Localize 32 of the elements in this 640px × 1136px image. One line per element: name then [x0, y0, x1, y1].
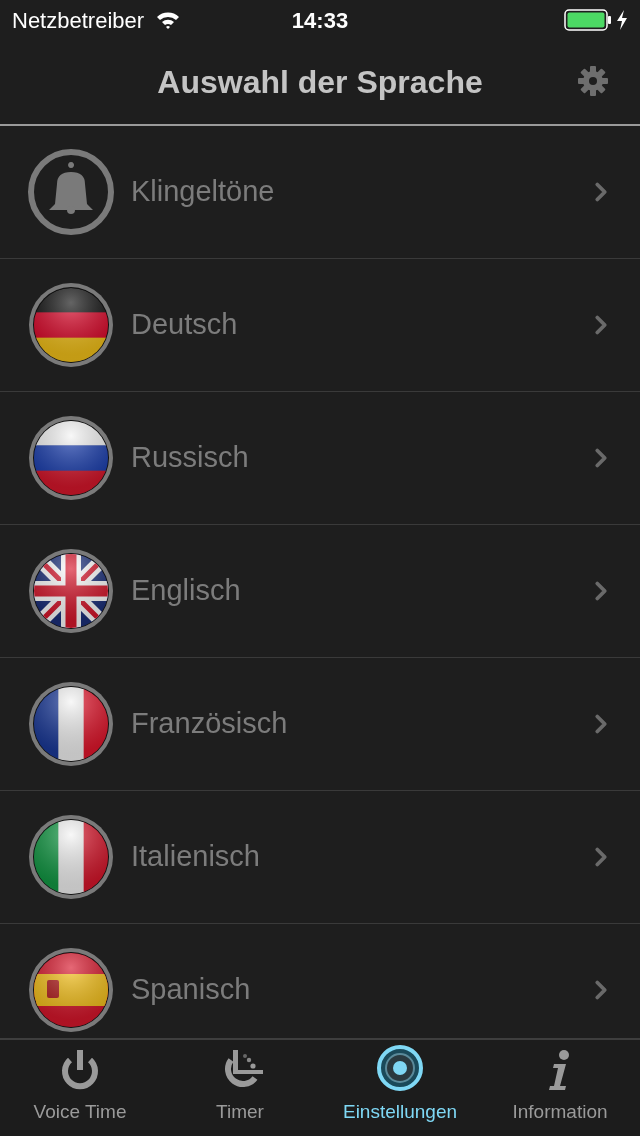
flag-icon: [27, 547, 115, 635]
charging-icon: [616, 10, 628, 30]
row-label: Klingeltöne: [131, 174, 276, 210]
list-row[interactable]: Russisch: [0, 392, 640, 525]
flag-icon: [27, 946, 115, 1034]
speaker-icon: [376, 1043, 424, 1092]
list-row[interactable]: Klingeltöne: [0, 126, 640, 259]
wifi-icon: [156, 11, 181, 29]
battery-icon: [564, 9, 612, 31]
flag-icon: [27, 680, 115, 768]
tab[interactable]: Voice Time: [0, 1040, 160, 1136]
row-label: Italienisch: [131, 839, 261, 875]
list-row[interactable]: Französisch: [0, 658, 640, 791]
flag-icon: [27, 414, 115, 502]
row-label: Französisch: [131, 706, 289, 742]
tab[interactable]: Information: [480, 1040, 640, 1136]
list-row[interactable]: Englisch: [0, 525, 640, 658]
list-row[interactable]: Italienisch: [0, 791, 640, 924]
tab[interactable]: Einstellungen: [320, 1040, 480, 1136]
flag-icon: [27, 281, 115, 369]
row-label: Englisch: [131, 573, 242, 609]
bell-icon: [27, 148, 115, 236]
flag-icon: [27, 813, 115, 901]
status-time: 14:33: [291, 6, 349, 35]
tab[interactable]: Timer: [160, 1040, 320, 1136]
row-label: Russisch: [131, 440, 250, 476]
list-row[interactable]: Deutsch: [0, 259, 640, 392]
row-label: Spanisch: [131, 972, 252, 1008]
row-label: Deutsch: [131, 307, 239, 343]
carrier-name: Netzbetreiber: [12, 6, 145, 35]
nav-title: Auswahl der Sprache: [157, 63, 483, 102]
power-icon: [59, 1047, 101, 1092]
